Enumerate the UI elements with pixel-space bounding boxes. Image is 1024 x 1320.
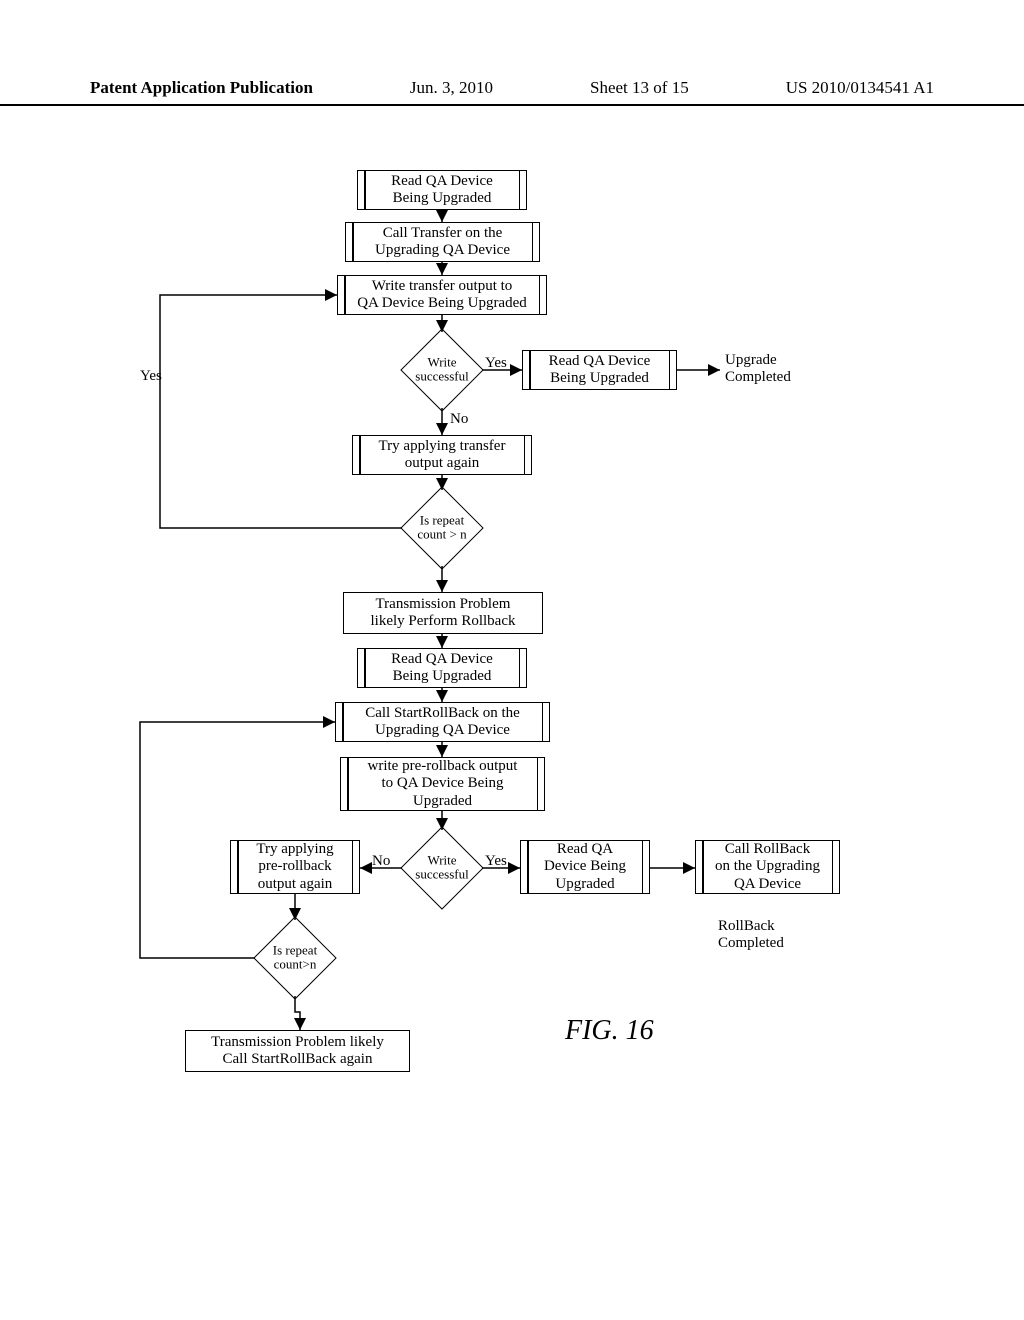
decision-write-successful-1: Write successful: [402, 330, 482, 410]
process-try-transfer-again: Try applying transfer output again: [352, 435, 532, 475]
label-upgrade-completed: Upgrade Completed: [725, 352, 791, 387]
document-number: US 2010/0134541 A1: [786, 78, 934, 98]
process-write-transfer-output: Write transfer output to QA Device Being…: [337, 275, 547, 315]
node-text: Transmission Problem likely Perform Roll…: [371, 596, 516, 631]
node-text: Read QA Device Being Upgraded: [391, 651, 493, 686]
sheet-number: Sheet 13 of 15: [590, 78, 689, 98]
node-text: Read QA Device Being Upgraded: [549, 353, 651, 388]
process-call-rollback: Call RollBack on the Upgrading QA Device: [695, 840, 840, 894]
node-text: Call StartRollBack on the Upgrading QA D…: [365, 705, 520, 740]
node-text: Transmission Problem likely Call StartRo…: [211, 1034, 384, 1069]
label-rollback-completed: RollBack Completed: [718, 918, 784, 953]
node-text: Call RollBack on the Upgrading QA Device: [715, 841, 820, 893]
decision-repeat-count-2: Is repeat count>n: [255, 918, 335, 998]
node-text: Try applying pre-rollback output again: [256, 841, 333, 893]
process-read-qa-2: Read QA Device Being Upgraded: [522, 350, 677, 390]
label-yes-loop-1: Yes: [140, 368, 162, 385]
node-text: Write transfer output to QA Device Being…: [357, 278, 527, 313]
node-text: Call Transfer on the Upgrading QA Device: [375, 225, 510, 260]
node-text: write pre-rollback output to QA Device B…: [368, 758, 518, 810]
process-call-startrollback: Call StartRollBack on the Upgrading QA D…: [335, 702, 550, 742]
process-read-qa-1: Read QA Device Being Upgraded: [357, 170, 527, 210]
process-try-prerollback-again: Try applying pre-rollback output again: [230, 840, 360, 894]
decision-repeat-count-1: Is repeat count > n: [402, 488, 482, 568]
publication-date: Jun. 3, 2010: [410, 78, 493, 98]
process-call-transfer: Call Transfer on the Upgrading QA Device: [345, 222, 540, 262]
page-header: Patent Application Publication Jun. 3, 2…: [0, 78, 1024, 106]
process-transmission-problem-rollback: Transmission Problem likely Perform Roll…: [343, 592, 543, 634]
label-yes-2: Yes: [485, 853, 507, 870]
node-text: Read QA Device Being Upgraded: [544, 841, 626, 893]
label-no-2: No: [372, 853, 390, 870]
label-no-1: No: [450, 411, 468, 428]
publication-label: Patent Application Publication: [90, 78, 313, 98]
flowchart: Read QA Device Being Upgraded Call Trans…: [0, 160, 1024, 1240]
process-read-qa-3: Read QA Device Being Upgraded: [357, 648, 527, 688]
decision-write-successful-2: Write successful: [402, 828, 482, 908]
flow-arrows: [0, 160, 1024, 1240]
figure-label: FIG. 16: [565, 1015, 654, 1047]
process-read-qa-4: Read QA Device Being Upgraded: [520, 840, 650, 894]
process-transmission-problem-startrollback: Transmission Problem likely Call StartRo…: [185, 1030, 410, 1072]
process-write-prerollback-output: write pre-rollback output to QA Device B…: [340, 757, 545, 811]
label-yes-1: Yes: [485, 355, 507, 372]
node-text: Read QA Device Being Upgraded: [391, 173, 493, 208]
node-text: Try applying transfer output again: [379, 438, 506, 473]
